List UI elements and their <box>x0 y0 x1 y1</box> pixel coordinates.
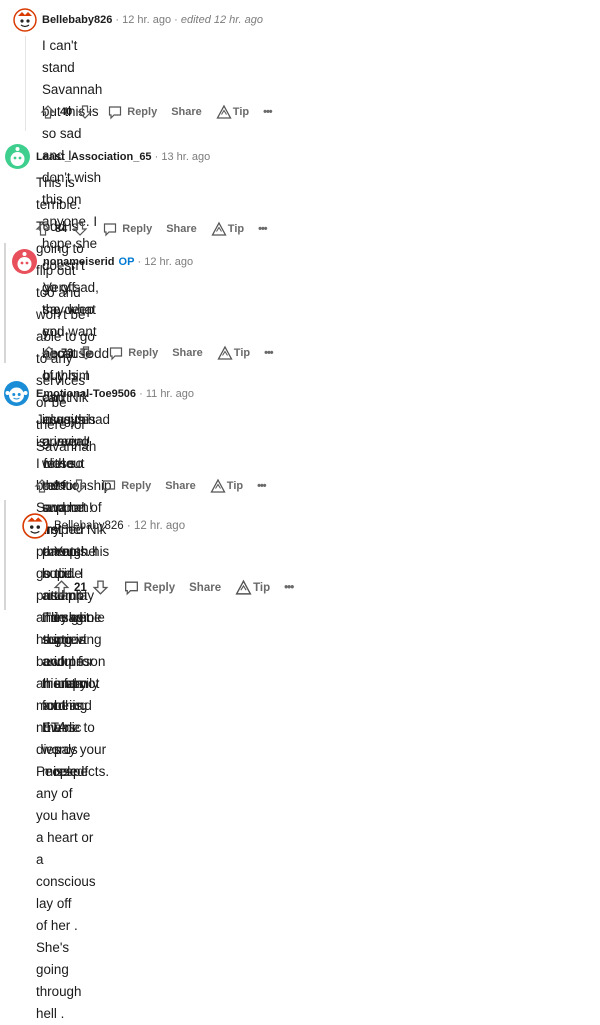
timestamp[interactable]: 11 hr. ago <box>146 388 194 400</box>
timestamp[interactable]: 13 hr. ago <box>161 151 210 163</box>
reply-icon[interactable] <box>123 579 140 596</box>
red-avatar[interactable] <box>12 249 37 274</box>
tip-icon[interactable] <box>217 345 233 361</box>
downvote-icon[interactable] <box>92 579 109 596</box>
tip-button[interactable]: Tip <box>233 106 249 118</box>
upvote-icon[interactable] <box>35 221 51 237</box>
upvote-icon[interactable] <box>41 345 57 361</box>
comment-line: Yep he did. I can't imagine grieving in … <box>54 544 110 779</box>
more-options-button[interactable]: ••• <box>263 106 273 118</box>
reply-button[interactable]: Reply <box>144 582 175 594</box>
reply-icon[interactable] <box>107 104 123 120</box>
green-avatar[interactable] <box>5 144 30 169</box>
vote-count: 73 <box>61 347 74 359</box>
share-button[interactable]: Share <box>172 347 203 359</box>
downvote-icon[interactable] <box>72 221 88 237</box>
more-options-button[interactable]: ••• <box>257 480 267 492</box>
blue-avatar[interactable] <box>4 381 29 406</box>
tip-icon[interactable] <box>211 221 227 237</box>
share-button[interactable]: Share <box>165 480 196 492</box>
tip-icon[interactable] <box>210 478 226 494</box>
tip-button[interactable]: Tip <box>253 582 270 594</box>
vote-count: 84 <box>55 223 68 235</box>
comment-actions: 73 Reply Share Tip ••• <box>41 345 274 361</box>
author-name[interactable]: Bellebaby826 <box>42 14 112 26</box>
thread-line <box>25 36 26 131</box>
timestamp[interactable]: 12 hr. ago <box>144 256 193 268</box>
tip-icon[interactable] <box>235 579 252 596</box>
reply-rail[interactable] <box>4 500 6 610</box>
share-button[interactable]: Share <box>171 106 202 118</box>
comment-actions: 40 Reply Share Tip ••• <box>40 104 273 120</box>
timestamp[interactable]: 12 hr. ago <box>122 14 171 26</box>
comment-meta: Least_Association_65 · 13 hr. ago <box>36 151 211 163</box>
vote-count: 40 <box>60 106 73 118</box>
author-name[interactable]: Bellebaby826 <box>54 520 124 532</box>
mascot-avatar[interactable] <box>22 513 48 539</box>
mascot-avatar[interactable] <box>13 8 37 32</box>
downvote-icon[interactable] <box>78 345 94 361</box>
downvote-icon[interactable] <box>77 104 93 120</box>
reply-button[interactable]: Reply <box>128 347 158 359</box>
reply-icon[interactable] <box>102 221 118 237</box>
author-name[interactable]: Emotional-Toe9506 <box>36 388 136 400</box>
more-options-button[interactable]: ••• <box>258 223 268 235</box>
more-options-button[interactable]: ••• <box>264 347 274 359</box>
reply-button[interactable]: Reply <box>121 480 151 492</box>
author-name[interactable]: nonameiserid <box>43 256 115 268</box>
comment-body: Yep he did. I can't imagine grieving in … <box>54 541 109 783</box>
reply-icon[interactable] <box>108 345 124 361</box>
vote-count: 79 <box>54 480 67 492</box>
timestamp[interactable]: 12 hr. ago <box>134 520 185 532</box>
comment-meta: Bellebaby826 · 12 hr. ago <box>54 520 186 532</box>
reply-icon[interactable] <box>101 478 117 494</box>
downvote-icon[interactable] <box>71 478 87 494</box>
share-button[interactable]: Share <box>166 223 197 235</box>
comment-meta: nonameiserid OP · 12 hr. ago <box>43 256 194 268</box>
tip-button[interactable]: Tip <box>227 480 243 492</box>
share-button[interactable]: Share <box>189 582 221 594</box>
edited-label: edited 12 hr. ago <box>180 14 264 26</box>
tip-button[interactable]: Tip <box>234 347 250 359</box>
upvote-icon[interactable] <box>34 478 50 494</box>
comment-line: of her . She's going through hell . <box>36 918 82 1021</box>
op-badge: OP <box>118 256 135 268</box>
upvote-icon[interactable] <box>40 104 56 120</box>
upvote-icon[interactable] <box>53 579 70 596</box>
comment-actions: 84 Reply Share Tip ••• <box>35 221 268 237</box>
reply-button[interactable]: Reply <box>127 106 157 118</box>
comment-meta: Bellebaby826 · 12 hr. ago · edited 12 hr… <box>42 14 264 26</box>
reply-button[interactable]: Reply <box>122 223 152 235</box>
comment-meta: Emotional-Toe9506 · 11 hr. ago <box>36 388 194 400</box>
reply-rail[interactable] <box>4 243 6 363</box>
comment-actions: 79 Reply Share Tip ••• <box>34 478 267 494</box>
author-name[interactable]: Least_Association_65 <box>36 151 152 163</box>
tip-icon[interactable] <box>216 104 232 120</box>
comment-actions: 21 Reply Share Tip ••• <box>53 579 294 596</box>
tip-button[interactable]: Tip <box>228 223 244 235</box>
vote-count: 21 <box>74 581 87 594</box>
more-options-button[interactable]: ••• <box>284 582 294 594</box>
